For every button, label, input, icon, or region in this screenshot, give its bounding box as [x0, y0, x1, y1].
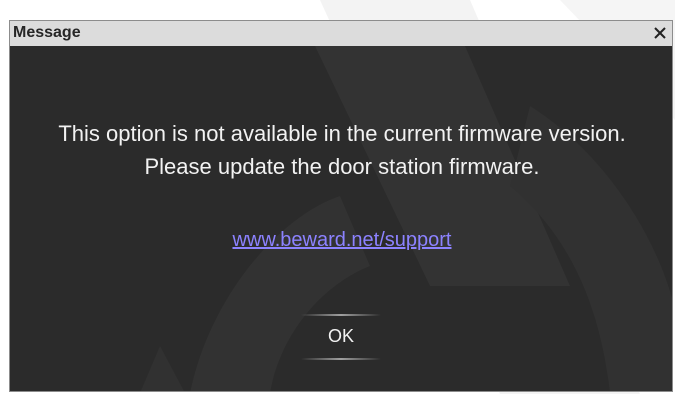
dialog-title: Message [13, 24, 81, 41]
message-text: This option is not available in the curr… [58, 121, 626, 179]
support-link-container: www.beward.net/support [10, 227, 672, 253]
dialog-titlebar: Message [10, 21, 672, 46]
close-icon [654, 27, 666, 39]
ok-button-label: OK [327, 326, 354, 346]
message-dialog: Message This option is not available in … [9, 20, 673, 392]
ok-button[interactable]: OK [301, 311, 381, 361]
close-button[interactable] [648, 21, 672, 45]
screen: Message This option is not available in … [0, 0, 675, 394]
ok-button-bottom-border [301, 358, 381, 360]
support-link[interactable]: www.beward.net/support [232, 229, 451, 251]
ok-button-top-border [301, 314, 381, 316]
